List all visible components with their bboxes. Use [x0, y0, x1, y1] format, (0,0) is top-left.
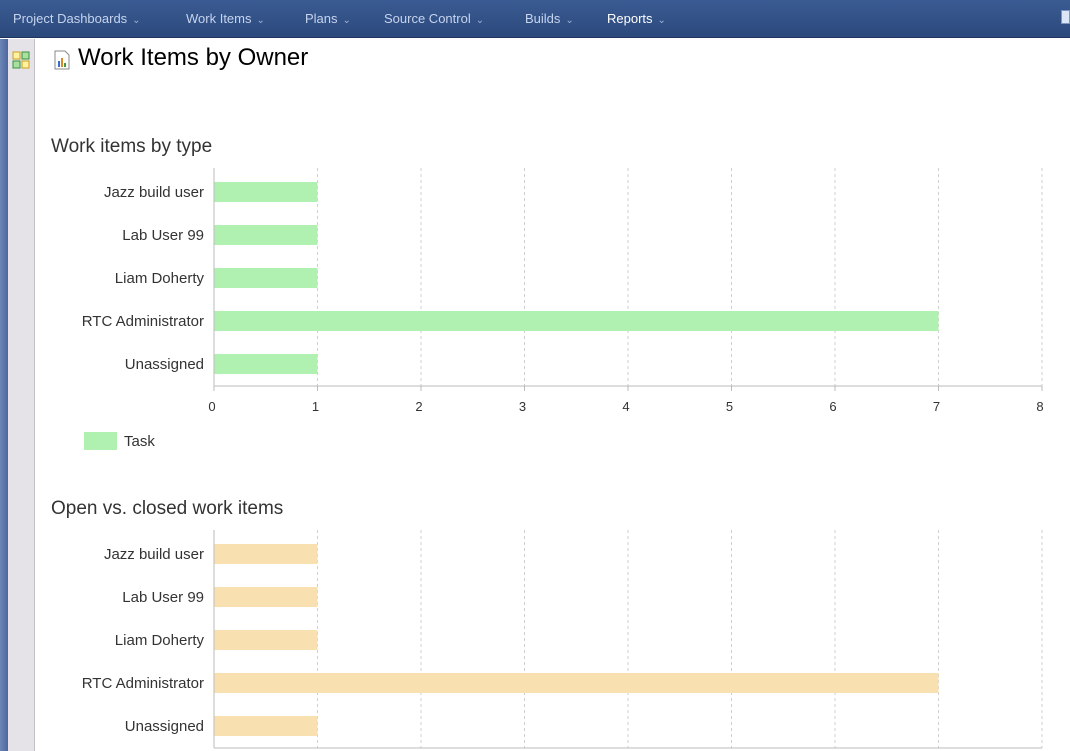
page-title: Work Items by Owner [78, 44, 309, 71]
chevron-down-icon[interactable]: ⌄ [343, 15, 351, 26]
nav-label: Source Control [384, 11, 471, 26]
x-tick-label: 3 [519, 399, 526, 414]
x-tick-label: 7 [933, 399, 940, 414]
dashboard-grid-icon[interactable] [12, 51, 30, 69]
bar-jazz-build-user [214, 182, 318, 202]
category-label: RTC Administrator [82, 675, 204, 692]
nav-plans[interactable]: Plans ⌄ [305, 11, 351, 26]
x-tick-label: 0 [208, 399, 215, 414]
bar-liam-doherty [214, 268, 318, 288]
chart-title-open-vs-closed: Open vs. closed work items [51, 498, 284, 519]
bar-rtc-administrator [214, 673, 939, 693]
bar-lab-user-99 [214, 587, 318, 607]
x-tick-label: 5 [726, 399, 733, 414]
category-label: Unassigned [125, 356, 204, 373]
chart-title-work-items-by-type: Work items by type [51, 136, 213, 157]
bar-lab-user-99 [214, 225, 318, 245]
open-vs-closed-chart: Jazz build user Lab User 99 Liam Doherty RT… [82, 530, 1043, 749]
legend-swatch [84, 432, 117, 450]
bar-jazz-build-user [214, 544, 318, 564]
bar-rtc-administrator [214, 311, 939, 331]
x-tick-label: 2 [415, 399, 422, 414]
x-tick-label: 4 [622, 399, 629, 414]
top-navigation-bar: Project Dashboards ⌄ Work Items ⌄ Plans ⌄ S… [0, 0, 1070, 38]
nav-builds[interactable]: Builds ⌄ [525, 11, 574, 26]
nav-source-control[interactable]: Source Control ⌄ [384, 11, 484, 26]
nav-work-items[interactable]: Work Items ⌄ [186, 11, 265, 26]
chevron-down-icon[interactable]: ⌄ [658, 15, 666, 26]
legend-label: Task [124, 433, 155, 450]
nav-project-dashboards[interactable]: Project Dashboards ⌄ [13, 11, 141, 26]
bar-unassigned [214, 354, 318, 374]
category-label: Jazz build user [104, 546, 204, 563]
bar-liam-doherty [214, 630, 318, 650]
category-label: Liam Doherty [115, 270, 205, 287]
x-tick-label: 6 [829, 399, 836, 414]
chevron-down-icon[interactable]: ⌄ [132, 15, 140, 26]
chevron-down-icon[interactable]: ⌄ [565, 15, 573, 26]
x-tick-label: 1 [312, 399, 319, 414]
category-label: Jazz build user [104, 184, 204, 201]
work-items-by-type-chart: Jazz build user Lab User 99 Liam Doherty RT… [82, 168, 1044, 450]
chevron-down-icon[interactable]: ⌄ [257, 15, 265, 26]
nav-label: Reports [607, 11, 653, 26]
category-label: Lab User 99 [122, 589, 204, 606]
report-icon [54, 50, 70, 70]
nav-label: Project Dashboards [13, 11, 128, 26]
category-label: Lab User 99 [122, 227, 204, 244]
category-label: Unassigned [125, 718, 204, 735]
category-label: RTC Administrator [82, 313, 204, 330]
panel-toggle-icon[interactable] [1061, 10, 1070, 24]
category-label: Liam Doherty [115, 632, 205, 649]
nav-label: Plans [305, 11, 338, 26]
x-tick-label: 8 [1036, 399, 1043, 414]
bar-unassigned [214, 716, 318, 736]
nav-label: Builds [525, 11, 561, 26]
nav-reports[interactable]: Reports ⌄ [607, 11, 666, 26]
chevron-down-icon[interactable]: ⌄ [476, 15, 484, 26]
nav-label: Work Items [186, 11, 252, 26]
